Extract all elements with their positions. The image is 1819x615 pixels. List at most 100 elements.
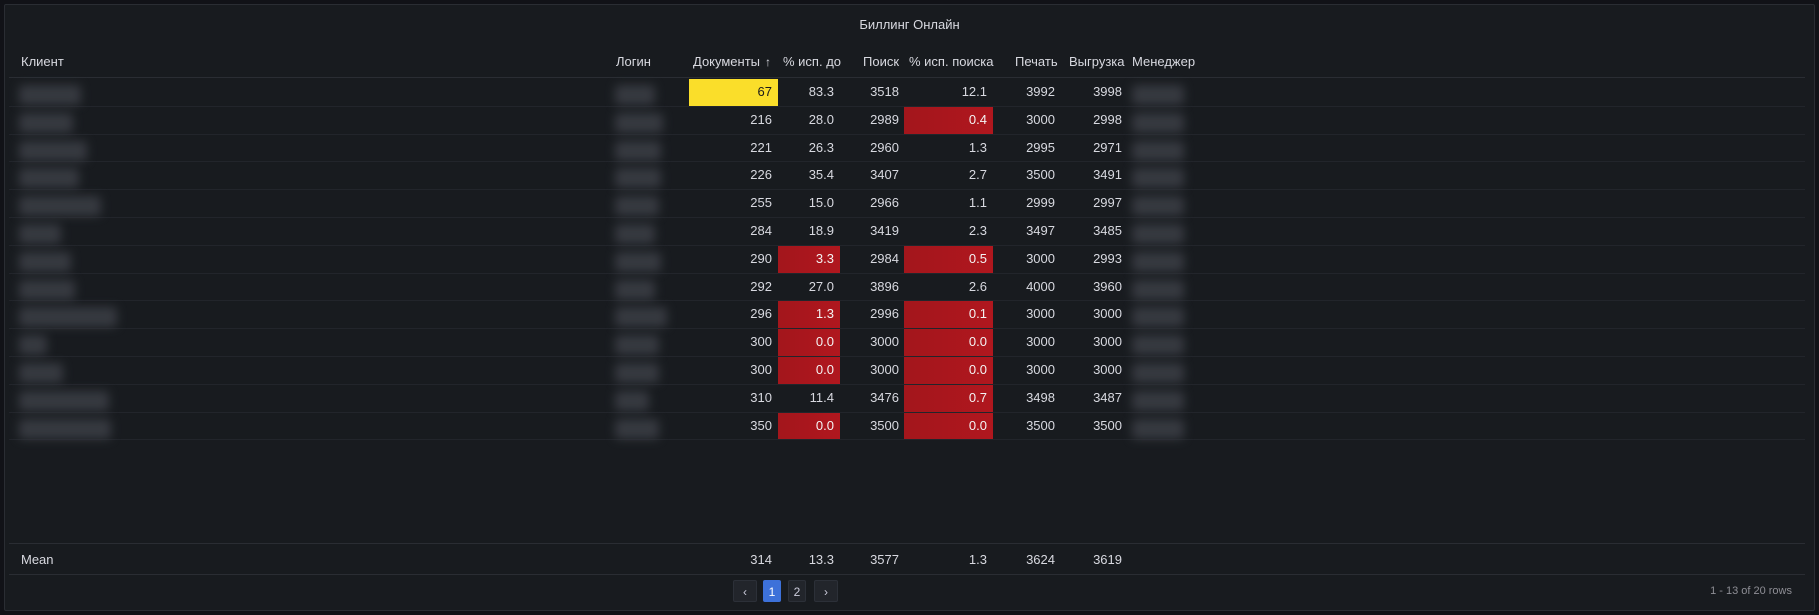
- manager-redacted: [1132, 196, 1184, 217]
- cell-search: 3518: [870, 84, 899, 99]
- cell-search-pct: 12.1: [961, 84, 987, 99]
- client-name-redacted: [19, 418, 111, 439]
- login-redacted: [615, 196, 659, 217]
- footer-search-pct: 1.3: [968, 552, 987, 567]
- table-row: 221 26.3 2960 1.3 2995 2971: [9, 135, 1805, 163]
- cell-search-pct: 0.1: [904, 301, 993, 329]
- footer-docs: 314: [750, 552, 772, 567]
- login-redacted: [615, 140, 661, 161]
- cell-export: 2971: [1093, 139, 1122, 155]
- cell-search-pct: 0.4: [904, 106, 993, 134]
- col-header-docs-pct[interactable]: % исп. до: [783, 45, 841, 78]
- client-name-redacted: [19, 251, 71, 272]
- cell-docs: 300: [750, 362, 772, 377]
- cell-print: 3000: [1026, 111, 1055, 127]
- prev-page-button[interactable]: ‹: [733, 580, 757, 602]
- pagination: ‹ 1 2 ›: [5, 580, 1816, 602]
- cell-search-pct: 2.7: [968, 167, 987, 183]
- cell-print: 3498: [1026, 389, 1055, 405]
- cell-search-pct: 0.0: [904, 357, 993, 384]
- cell-export: 2993: [1093, 250, 1122, 266]
- manager-redacted: [1132, 140, 1184, 161]
- cell-print: 3000: [1026, 306, 1055, 322]
- cell-docs-pct: 27.0: [808, 278, 834, 294]
- cell-search-pct: 1.3: [968, 139, 987, 155]
- table-row: 284 18.9 3419 2.3 3497 3485: [9, 218, 1805, 246]
- manager-redacted: [1132, 85, 1184, 105]
- login-redacted: [615, 418, 659, 439]
- cell-docs-pct: 83.3: [808, 84, 834, 99]
- cell-print: 3497: [1026, 223, 1055, 238]
- cell-export: 3000: [1093, 362, 1122, 377]
- table-row: 255 15.0 2966 1.1 2999 2997: [9, 190, 1805, 218]
- cell-docs: 296: [750, 306, 772, 322]
- cell-export: 3960: [1093, 278, 1122, 294]
- client-name-redacted: [19, 335, 47, 356]
- client-name-redacted: [19, 168, 79, 189]
- cell-docs-pct: 0.0: [778, 329, 840, 356]
- cell-docs: 300: [750, 334, 772, 350]
- col-header-search-pct[interactable]: % исп. поиска: [909, 45, 993, 78]
- cell-search-pct: 0.0: [904, 329, 993, 356]
- manager-redacted: [1132, 335, 1184, 356]
- table-row: 300 0.0 3000 0.0 3000 3000: [9, 329, 1805, 357]
- client-name-redacted: [19, 363, 63, 383]
- cell-print: 3500: [1026, 167, 1055, 183]
- cell-search-pct: 0.7: [904, 384, 993, 412]
- manager-redacted: [1132, 363, 1184, 383]
- table-row: 226 35.4 3407 2.7 3500 3491: [9, 162, 1805, 191]
- cell-docs-pct: 28.0: [808, 111, 834, 127]
- next-page-button[interactable]: ›: [814, 580, 838, 602]
- cell-docs: 284: [750, 223, 772, 238]
- cell-search-pct: 1.1: [968, 195, 987, 211]
- cell-export: 3485: [1093, 223, 1122, 238]
- manager-redacted: [1132, 390, 1184, 411]
- col-header-docs[interactable]: Документы ↑: [693, 45, 771, 78]
- cell-search: 2966: [870, 195, 899, 211]
- page-1-button[interactable]: 1: [763, 580, 781, 602]
- row-count: 1 - 13 of 20 rows: [1710, 585, 1792, 597]
- col-header-manager[interactable]: Менеджер: [1132, 45, 1195, 78]
- cell-print: 3000: [1026, 362, 1055, 377]
- client-name-redacted: [19, 224, 61, 244]
- col-header-print[interactable]: Печать: [1015, 45, 1058, 78]
- table-row: 292 27.0 3896 2.6 4000 3960: [9, 274, 1805, 302]
- panel-title[interactable]: Биллинг Онлайн: [5, 13, 1814, 37]
- login-redacted: [615, 363, 659, 383]
- cell-search: 3419: [870, 223, 899, 238]
- client-name-redacted: [19, 140, 87, 161]
- login-redacted: [615, 112, 663, 133]
- chevron-left-icon: ‹: [743, 585, 747, 599]
- cell-docs-pct: 3.3: [778, 245, 840, 273]
- table-header: Клиент Логин Документы ↑ % исп. до Поиск …: [9, 45, 1805, 78]
- cell-search-pct: 0.0: [904, 412, 993, 440]
- cell-docs-pct: 35.4: [808, 167, 834, 183]
- manager-redacted: [1132, 168, 1184, 189]
- client-name-redacted: [19, 112, 73, 133]
- cell-docs-pct: 1.3: [778, 301, 840, 329]
- cell-docs-pct: 0.0: [778, 357, 840, 384]
- col-header-client[interactable]: Клиент: [21, 45, 64, 78]
- cell-docs: 221: [750, 139, 772, 155]
- cell-docs-pct: 11.4: [809, 389, 834, 405]
- cell-print: 3000: [1026, 250, 1055, 266]
- col-header-search[interactable]: Поиск: [863, 45, 899, 78]
- cell-search: 2984: [870, 250, 899, 266]
- cell-docs: 216: [750, 111, 772, 127]
- cell-docs-pct: 18.9: [808, 223, 834, 238]
- login-redacted: [615, 307, 667, 328]
- cell-print: 4000: [1026, 278, 1055, 294]
- login-redacted: [615, 224, 655, 244]
- vertical-scrollbar[interactable]: [1804, 45, 1810, 535]
- footer-search: 3577: [870, 552, 899, 567]
- login-redacted: [615, 390, 649, 411]
- manager-redacted: [1132, 112, 1184, 133]
- footer-print: 3624: [1026, 552, 1055, 567]
- arrow-up-icon: ↑: [765, 55, 772, 69]
- cell-docs: 290: [750, 250, 772, 266]
- login-redacted: [615, 168, 661, 189]
- col-header-login[interactable]: Логин: [616, 45, 651, 78]
- page-2-button[interactable]: 2: [788, 580, 806, 602]
- col-header-export[interactable]: Выгрузка: [1069, 45, 1125, 78]
- cell-print: 3000: [1026, 334, 1055, 350]
